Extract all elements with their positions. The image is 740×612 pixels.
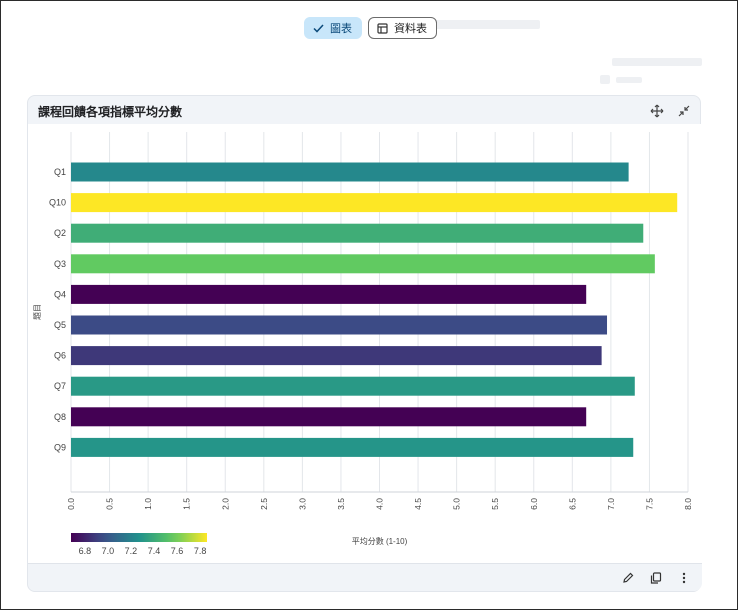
- y-axis-label: 題目: [33, 304, 42, 320]
- table-icon: [377, 22, 388, 34]
- bar: [71, 315, 608, 335]
- x-tick-label: 6.0: [529, 498, 539, 510]
- bar: [71, 437, 634, 457]
- y-tick-label: Q5: [54, 320, 66, 330]
- background-placeholder: [616, 77, 642, 83]
- y-tick-label: Q9: [54, 442, 66, 452]
- y-tick-label: Q3: [54, 259, 66, 269]
- y-tick-label: Q1: [54, 167, 66, 177]
- chart-view-label: 圖表: [330, 23, 352, 35]
- x-tick-label: 1.5: [182, 498, 192, 510]
- colorbar: [71, 533, 207, 542]
- x-tick-label: 3.5: [336, 498, 346, 510]
- bar: [71, 162, 629, 182]
- x-axis-label: 平均分數 (1-10): [352, 536, 408, 546]
- colorbar-tick-label: 7.0: [102, 546, 115, 556]
- y-tick-label: Q10: [49, 198, 66, 208]
- x-tick-label: 4.0: [375, 498, 385, 510]
- pencil-icon[interactable]: [619, 569, 637, 587]
- x-tick-label: 7.0: [606, 498, 616, 510]
- colorbar-tick-label: 7.6: [171, 546, 184, 556]
- y-tick-label: Q8: [54, 412, 66, 422]
- move-arrows-icon[interactable]: [648, 102, 666, 120]
- table-view-button[interactable]: 資料表: [368, 17, 437, 39]
- colorbar-tick-label: 6.8: [79, 546, 92, 556]
- chart-view-button[interactable]: 圖表: [304, 17, 362, 39]
- x-tick-label: 2.5: [259, 498, 269, 510]
- background-placeholder: [430, 20, 540, 29]
- x-tick-label: 7.5: [644, 498, 654, 510]
- bar: [71, 223, 644, 243]
- chart-card: 課程回饋各項指標平均分數 Q1 Q10 Q2 Q3 Q4 Q5 Q6 Q7 Q8 Q9 0.0 0.5…: [27, 95, 702, 592]
- x-tick-label: 5.0: [452, 498, 462, 510]
- bar: [71, 193, 678, 213]
- bar: [71, 376, 635, 396]
- card-footer: [28, 563, 702, 591]
- bar: [71, 254, 655, 274]
- x-tick-label: 2.0: [220, 498, 230, 510]
- x-tick-label: 0.5: [105, 498, 115, 510]
- x-tick-label: 4.5: [413, 498, 423, 510]
- y-tick-label: Q6: [54, 351, 66, 361]
- x-tick-label: 6.5: [567, 498, 577, 510]
- card-title: 課程回饋各項指標平均分數: [38, 105, 183, 119]
- chart-area: Q1 Q10 Q2 Q3 Q4 Q5 Q6 Q7 Q8 Q9 0.0 0.5 1.0 1.5 2.0 2.5 3…: [28, 124, 702, 566]
- x-tick-label: 1.0: [143, 498, 153, 510]
- bar: [71, 284, 587, 304]
- y-tick-label: Q4: [54, 289, 66, 299]
- view-toggle: 圖表 資料表: [304, 17, 437, 39]
- table-view-label: 資料表: [394, 23, 427, 35]
- copy-icon[interactable]: [647, 569, 665, 587]
- bar: [71, 407, 587, 427]
- background-placeholder: [600, 75, 610, 84]
- more-vert-icon[interactable]: [675, 569, 693, 587]
- x-tick-label: 3.0: [297, 498, 307, 510]
- colorbar-tick-label: 7.4: [148, 546, 161, 556]
- check-icon: [313, 23, 324, 33]
- background-placeholder: [612, 58, 702, 66]
- colorbar-tick-label: 7.8: [194, 546, 207, 556]
- x-tick-label: 0.0: [66, 498, 76, 510]
- y-tick-label: Q2: [54, 228, 66, 238]
- colorbar-tick-label: 7.2: [125, 546, 138, 556]
- bar-chart: Q1 Q10 Q2 Q3 Q4 Q5 Q6 Q7 Q8 Q9 0.0 0.5 1.0 1.5 2.0 2.5 3…: [33, 132, 693, 556]
- x-tick-label: 5.5: [490, 498, 500, 510]
- collapse-icon[interactable]: [675, 102, 693, 120]
- bar: [71, 346, 602, 366]
- y-tick-label: Q7: [54, 381, 66, 391]
- x-tick-label: 8.0: [683, 498, 693, 510]
